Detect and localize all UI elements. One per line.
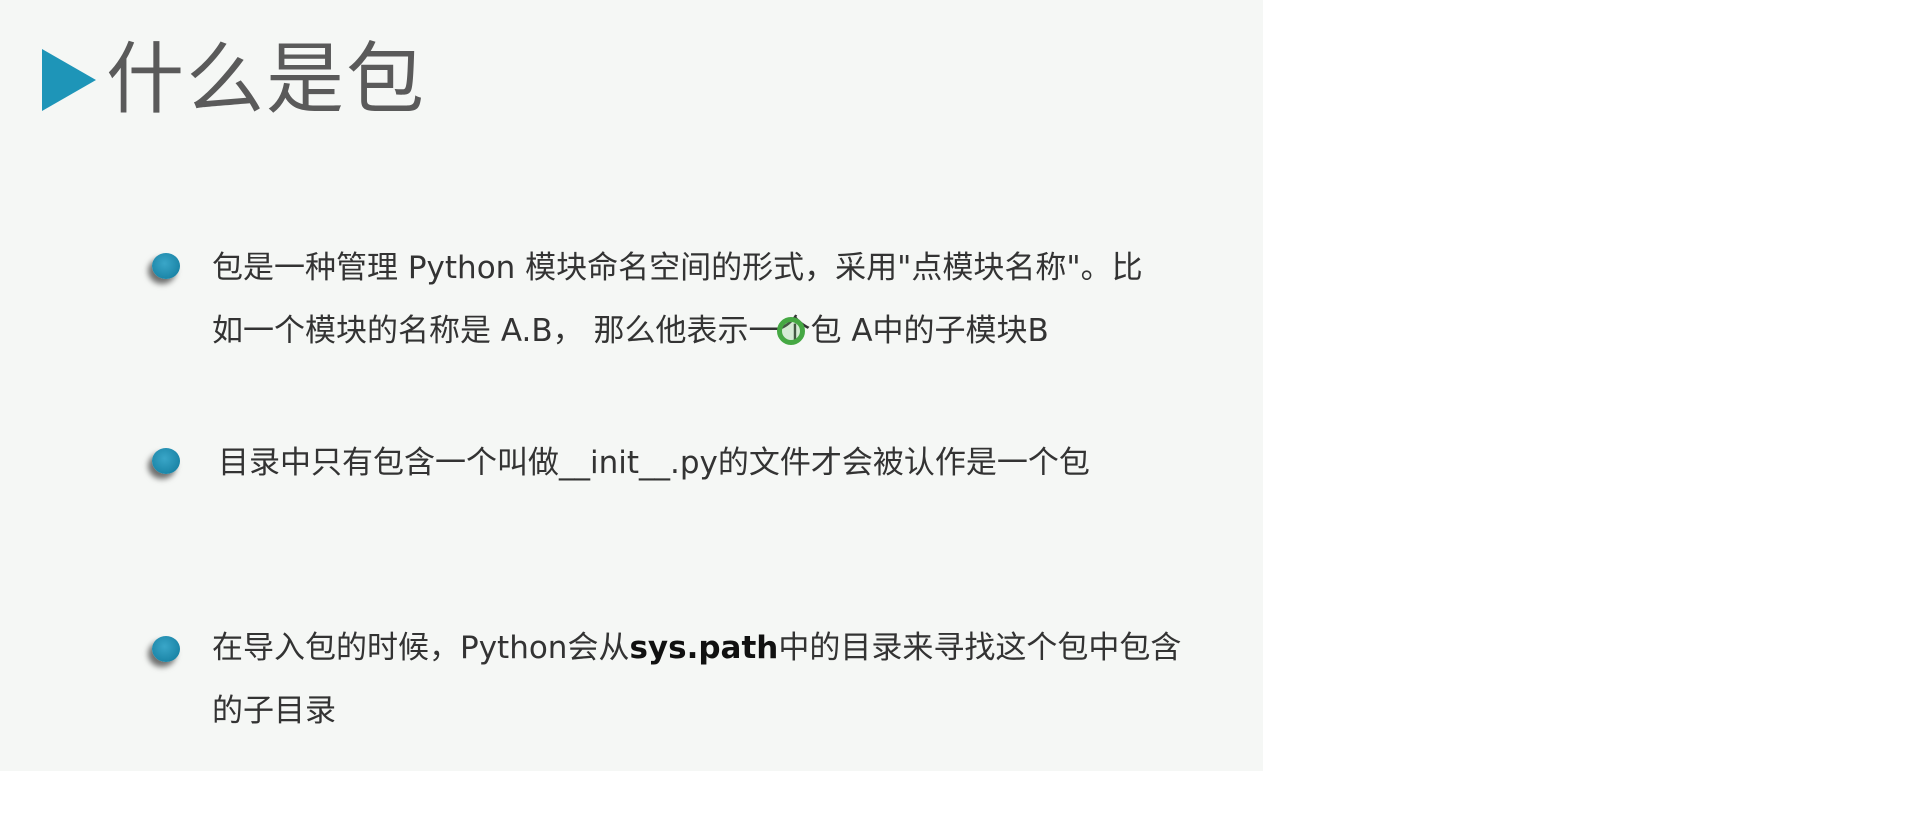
list-item-1-line-1: 包是一种管理 Python 模块命名空间的形式，采用"点模块名称"。比: [212, 250, 1143, 286]
list-item-3-text-b: 中的目录来寻找这个包中包含: [778, 630, 1182, 666]
bullet-dot-icon: [152, 636, 180, 662]
list-item-3-line-1: 在导入包的时候，Python会从sys.path中的目录来寻找这个包中包含: [212, 617, 1252, 680]
page-title: 什么是包: [106, 35, 427, 125]
list-item-2: 目录中只有包含一个叫做__init__.py的文件才会被认作是一个包: [218, 432, 1258, 495]
list-item-2-line-1: 目录中只有包含一个叫做__init__.py的文件才会被认作是一个包: [218, 445, 1090, 481]
mouse-cursor-highlight-icon: [777, 317, 805, 345]
list-item-3-code: sys.path: [629, 630, 779, 666]
bullet-dot-icon: [152, 448, 180, 474]
list-item-3-line-2: 的子目录: [212, 693, 336, 729]
list-item-3: 在导入包的时候，Python会从sys.path中的目录来寻找这个包中包含 的子…: [212, 617, 1252, 743]
list-item-1: 包是一种管理 Python 模块命名空间的形式，采用"点模块名称"。比 如一个模…: [212, 237, 1252, 363]
play-triangle-icon: [42, 49, 96, 111]
list-item-3-text-a: 在导入包的时候，Python会从: [212, 630, 630, 666]
title-row: 什么是包: [42, 30, 426, 130]
bullet-dot-icon: [152, 253, 180, 279]
slide: 什么是包 包是一种管理 Python 模块命名空间的形式，采用"点模块名称"。比…: [0, 0, 1263, 771]
list-item-1-line-2: 如一个模块的名称是 A.B， 那么他表示一个包 A中的子模块B: [212, 313, 1049, 349]
